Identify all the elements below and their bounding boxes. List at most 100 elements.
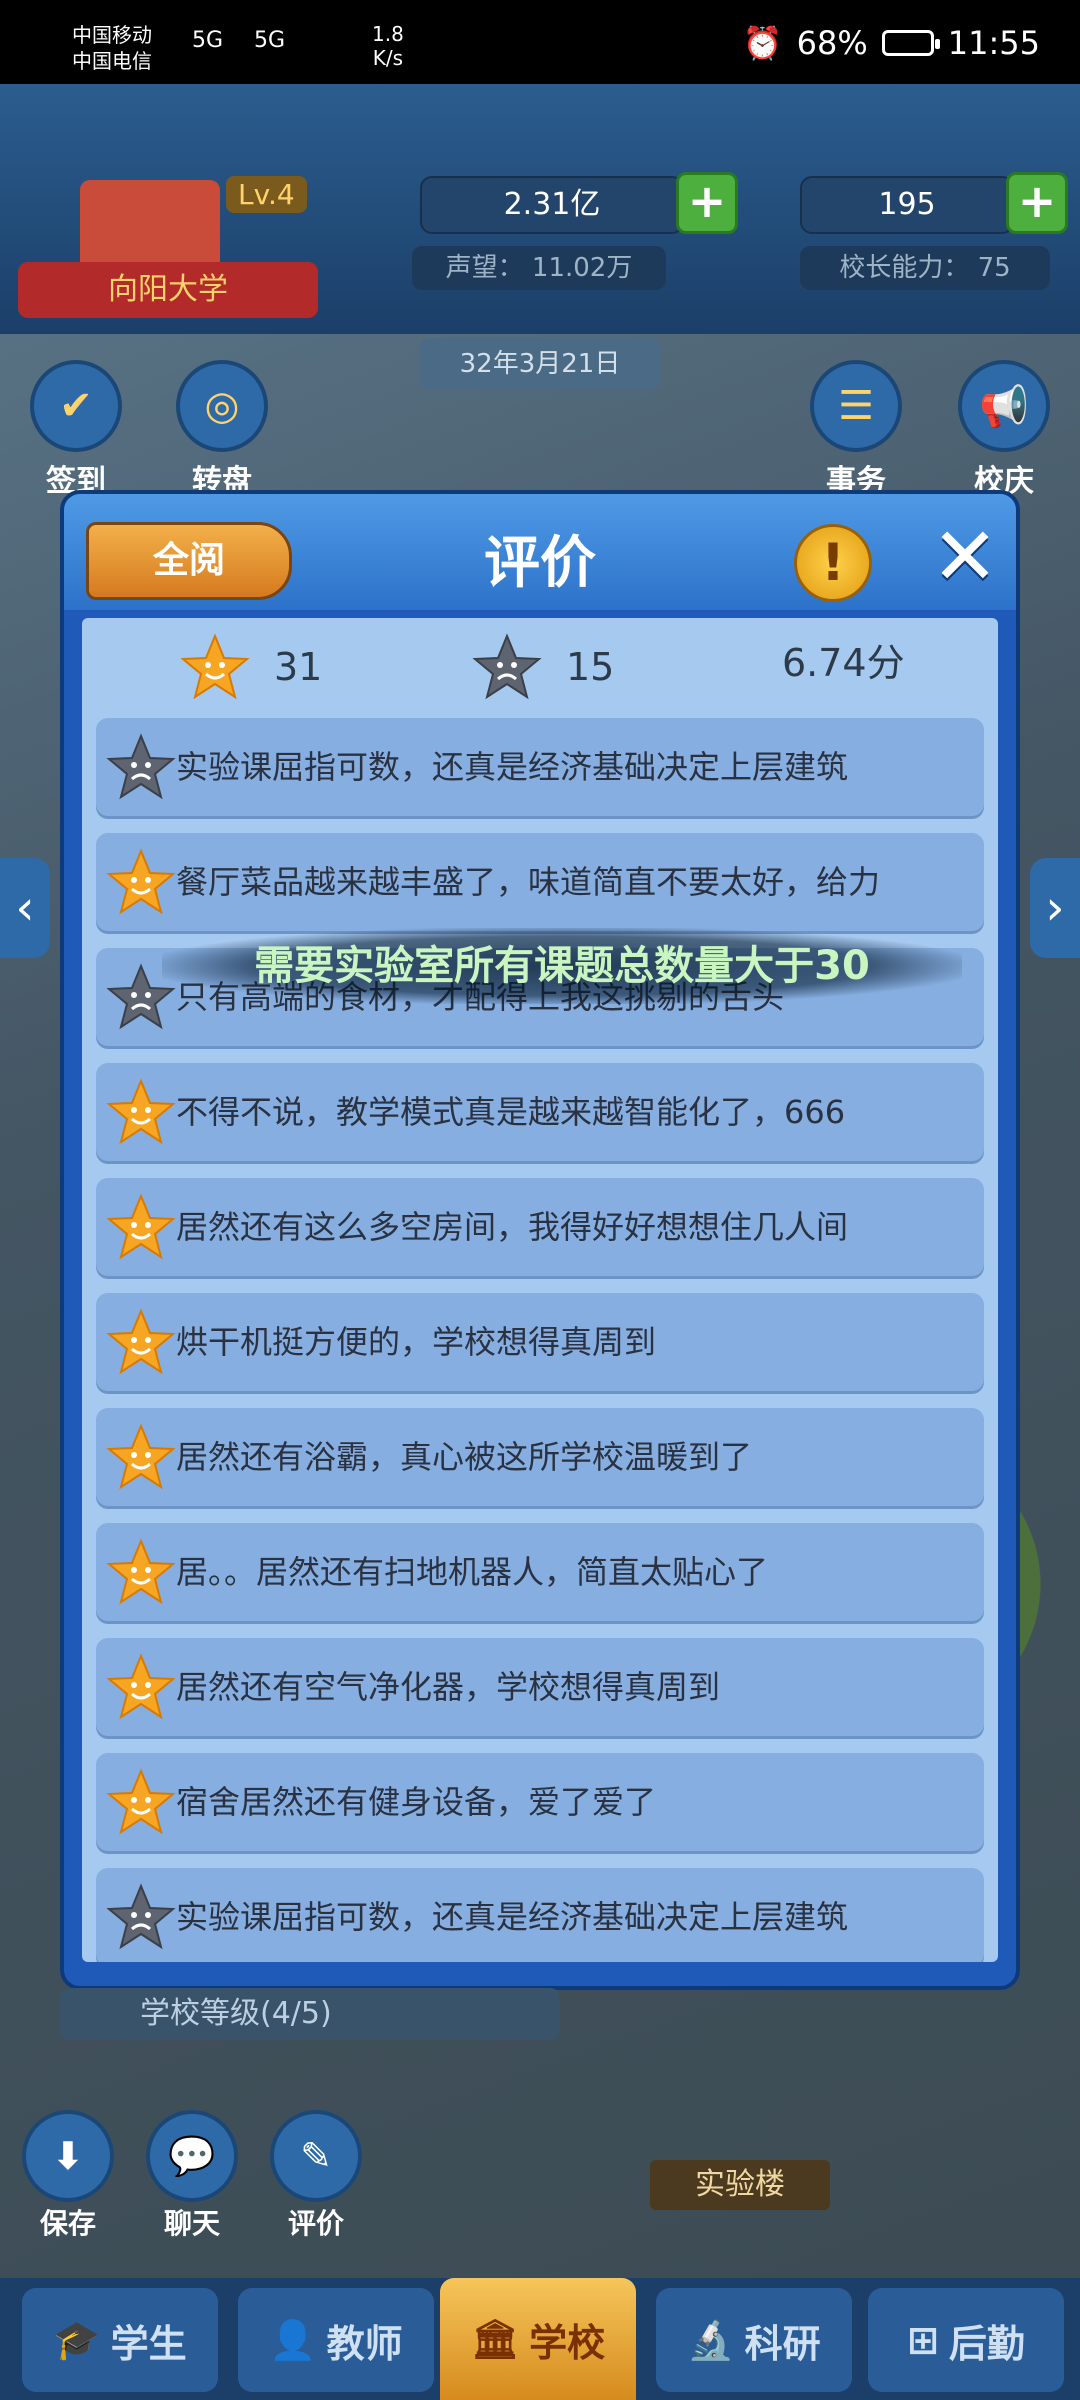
money-display: 2.31亿 [420, 176, 684, 234]
review-row: 居然还有这么多空房间，我得好好想想住几人间 [96, 1178, 984, 1276]
carrier-info: 中国移动 中国电信 [72, 22, 152, 74]
review-list[interactable]: 实验课屈指可数，还真是经济基础决定上层建筑 餐厅菜品越来越丰盛了，味道简直不要太好… [96, 718, 984, 1962]
person-icon: 👤 [269, 2317, 317, 2362]
tab-research[interactable]: 🔬 科研 [656, 2288, 852, 2392]
review-row: 居然还有空气净化器，学校想得真周到 [96, 1638, 984, 1736]
review-text: 实验课屈指可数，还真是经济基础决定上层建筑 [176, 748, 849, 786]
review-text: 居。。居然还有扫地机器人，简直太贴心了 [176, 1553, 769, 1591]
review-row: 实验课屈指可数，还真是经济基础决定上层建筑 [96, 718, 984, 816]
review-text: 烘干机挺方便的，学校想得真周到 [176, 1323, 657, 1361]
smiling-star-icon [106, 1768, 176, 1835]
smiling-star-icon [106, 1423, 176, 1490]
bottom-navigation: 🎓 学生 👤 教师 🏛 学校 🔬 科研 ⊞ 后勤 [0, 2278, 1080, 2400]
smiling-star-icon [106, 1193, 176, 1260]
anniversary-button[interactable]: 📢 校庆 [956, 360, 1052, 500]
review-text: 宿舍居然还有健身设备，爱了爱了 [176, 1783, 657, 1821]
smiling-star-icon [180, 633, 250, 700]
battery-icon [881, 30, 940, 56]
principal-ability-display: 校长能力： 75 [800, 246, 1050, 290]
status-bar: 中国移动 中国电信 5G 5G 1.8 K/s ⏰ 68% 11:55 [0, 0, 1080, 84]
review-row: 餐厅菜品越来越丰盛了，味道简直不要太好，给力 [96, 833, 984, 931]
save-button[interactable]: ⬇ 保存 [20, 2110, 116, 2242]
tab-teachers[interactable]: 👤 教师 [238, 2288, 434, 2392]
chat-label: 聊天 [163, 2207, 220, 2240]
building-icon: 🏛 [470, 2316, 520, 2361]
review-text: 居然还有浴霸，真心被这所学校温暖到了 [176, 1438, 753, 1476]
review-text: 居然还有空气净化器，学校想得真周到 [176, 1668, 721, 1706]
school-level-bar[interactable]: 学校等级(4/5) [60, 1988, 560, 2040]
graduation-cap-icon: 🎓 [53, 2317, 101, 2362]
reputation-display: 声望： 11.02万 [412, 246, 666, 290]
review-label: 评价 [287, 2207, 344, 2240]
review-row: 居。。居然还有扫地机器人，简直太贴心了 [96, 1523, 984, 1621]
tab-teachers-label: 教师 [326, 2321, 403, 2366]
review-panel: 31 15 6.74分 实验课屈指可数，还真是经济基础决定上层建筑 餐厅菜品越来越… [82, 618, 998, 1962]
frowning-star-icon [106, 733, 176, 800]
review-text: 实验课屈指可数，还真是经济基础决定上层建筑 [176, 1898, 849, 1936]
smiling-star-icon [106, 1653, 176, 1720]
tab-logistics-label: 后勤 [948, 2321, 1025, 2366]
smiling-star-icon [106, 1078, 176, 1145]
review-row: 烘干机挺方便的，学校想得真周到 [96, 1293, 984, 1391]
clipboard-icon: ☰ [810, 360, 902, 452]
review-dialog: 全阅 评价 ! ✕ 31 15 6.74分 实验课屈指可数，还真是经济基础决定上… [60, 490, 1020, 1990]
chat-button[interactable]: 💬 聊天 [144, 2110, 240, 2242]
speed-value: 1.8 [372, 22, 404, 46]
add-money-button[interactable]: + [676, 172, 738, 234]
speed-unit: K/s [372, 46, 404, 70]
tab-research-label: 科研 [744, 2321, 821, 2366]
microscope-icon: 🔬 [687, 2317, 735, 2362]
clock: 11:55 [947, 24, 1040, 62]
network-speed: 1.8 K/s [372, 22, 404, 70]
megaphone-icon: 📢 [958, 360, 1050, 452]
wheel-button[interactable]: ◎ 转盘 [174, 360, 270, 500]
checkin-icon: ✔ [30, 360, 122, 452]
positive-count-item: 31 [180, 632, 322, 702]
frowning-star-icon [472, 633, 542, 700]
affairs-button[interactable]: ☰ 事务 [808, 360, 904, 500]
negative-count-item: 15 [472, 632, 614, 702]
tab-school-label: 学校 [529, 2320, 606, 2365]
school-name[interactable]: 向阳大学 [18, 262, 318, 318]
network-type-1: 5G [192, 28, 224, 53]
tab-logistics[interactable]: ⊞ 后勤 [868, 2288, 1064, 2392]
scroll-left-arrow[interactable]: ‹ [0, 858, 50, 958]
scroll-right-arrow[interactable]: › [1030, 858, 1080, 958]
smiling-star-icon [106, 1538, 176, 1605]
battery-percent: 68% [796, 24, 868, 62]
requirement-tooltip: 需要实验室所有课题总数量大于30 [162, 928, 962, 1004]
game-date: 32年3月21日 [420, 338, 660, 390]
download-icon: ⬇ [22, 2110, 114, 2202]
edit-icon: ✎ [270, 2110, 362, 2202]
smiling-star-icon [106, 1308, 176, 1375]
carrier-2: 中国电信 [72, 49, 152, 73]
lab-building-label[interactable]: 实验楼 [650, 2160, 830, 2210]
checkin-button[interactable]: ✔ 签到 [28, 360, 124, 500]
review-button[interactable]: ✎ 评价 [268, 2110, 364, 2242]
first-aid-icon: ⊞ [907, 2318, 939, 2362]
frowning-star-icon [106, 1883, 176, 1950]
info-button[interactable]: ! [794, 524, 872, 602]
tab-students-label: 学生 [110, 2321, 187, 2366]
rating-summary: 31 15 6.74分 [82, 618, 998, 708]
positive-count: 31 [274, 645, 323, 689]
review-text: 不得不说，教学模式真是越来越智能化了，666 [176, 1093, 846, 1131]
add-gems-button[interactable]: + [1006, 172, 1068, 234]
review-row: 不得不说，教学模式真是越来越智能化了，666 [96, 1063, 984, 1161]
dialog-header: 全阅 评价 ! ✕ [64, 494, 1016, 610]
close-button[interactable]: ✕ [928, 517, 1002, 597]
review-row: 宿舍居然还有健身设备，爱了爱了 [96, 1753, 984, 1851]
tab-students[interactable]: 🎓 学生 [22, 2288, 218, 2392]
review-text: 餐厅菜品越来越丰盛了，味道简直不要太好，给力 [176, 863, 881, 901]
tab-school[interactable]: 🏛 学校 [440, 2278, 636, 2400]
score-item: 6.74分 [782, 632, 905, 687]
average-score: 6.74分 [782, 641, 905, 685]
review-text: 居然还有这么多空房间，我得好好想想住几人间 [176, 1208, 849, 1246]
alarm-icon: ⏰ [742, 24, 783, 62]
chat-icon: 💬 [146, 2110, 238, 2202]
gems-display: 195 [800, 176, 1014, 234]
negative-count: 15 [566, 645, 615, 689]
status-right: ⏰ 68% 11:55 [743, 24, 1040, 62]
carrier-1: 中国移动 [72, 23, 152, 47]
save-label: 保存 [39, 2207, 96, 2240]
